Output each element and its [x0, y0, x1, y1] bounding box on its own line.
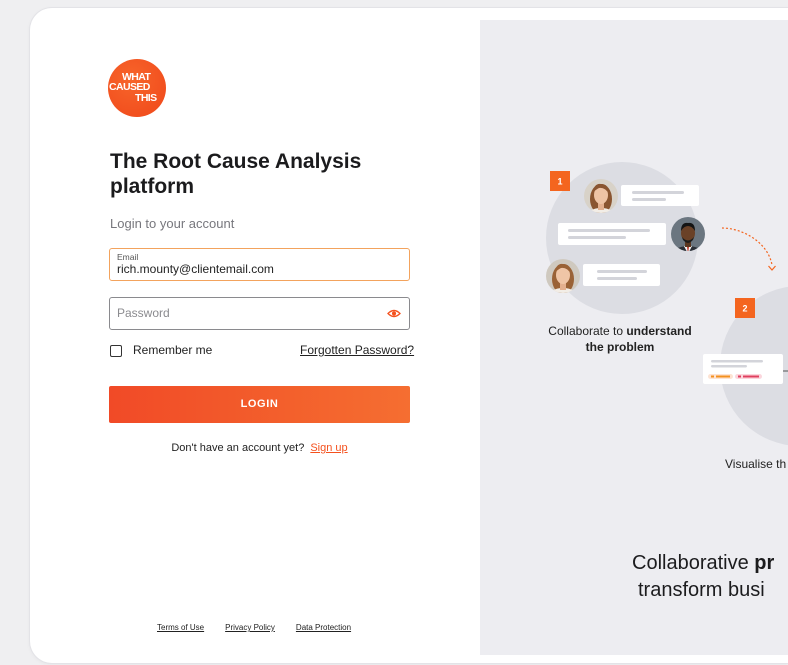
logo: WHAT CAUSED THIS — [108, 59, 166, 117]
step2-badge: 2 — [735, 298, 755, 318]
eye-icon[interactable] — [387, 308, 401, 319]
tagline-line: transform busi — [638, 579, 765, 601]
login-subtitle: Login to your account — [110, 216, 235, 231]
email-field[interactable]: Email rich.mounty@clientemail.com — [109, 248, 410, 281]
login-button[interactable]: LOGIN — [109, 386, 410, 423]
comment-card — [558, 223, 666, 245]
signup-prompt: Don't have an account yet? — [171, 442, 305, 454]
signup-link[interactable]: Sign up — [310, 442, 347, 454]
comment-card — [621, 185, 699, 206]
login-panel: WHAT CAUSED THIS The Root Cause Analysis… — [42, 20, 480, 655]
cause-card — [703, 354, 783, 384]
forgot-password-link[interactable]: Forgotten Password? — [300, 342, 414, 358]
illustration-panel: 1 2 Collaborate to understand the proble… — [480, 20, 788, 655]
password-field[interactable]: Password — [109, 297, 410, 330]
step1-caption-line: Collaborate to understand — [535, 323, 705, 339]
caption-text: Collaborate to — [548, 324, 627, 338]
avatar — [546, 259, 580, 293]
page: WHAT CAUSED THIS The Root Cause Analysis… — [0, 0, 788, 665]
password-placeholder: Password — [117, 306, 170, 320]
step2-caption: Visualise th — [725, 457, 787, 471]
caption-text-bold: understand — [626, 324, 692, 338]
page-title-line: platform — [110, 175, 194, 198]
logo-text: THIS — [135, 92, 157, 104]
email-value: rich.mounty@clientemail.com — [117, 262, 274, 276]
signup-row: Don't have an account yet? Sign up — [109, 440, 410, 456]
page-title-line: The Root Cause Analysis — [110, 150, 362, 173]
page-title: The Root Cause Analysis platform — [110, 149, 361, 199]
terms-link[interactable]: Terms of Use — [157, 622, 204, 634]
logo-text: CAUSED — [109, 81, 150, 93]
step1-badge-number: 1 — [557, 177, 562, 187]
step1-caption-line: the problem — [585, 340, 655, 354]
data-protection-link[interactable]: Data Protection — [296, 622, 351, 634]
arrow-head-icon — [768, 265, 776, 271]
tagline-text: Collaborative — [632, 552, 755, 574]
remember-me-label: Remember me — [133, 343, 213, 357]
step1-badge: 1 — [550, 171, 570, 191]
privacy-link[interactable]: Privacy Policy — [225, 622, 275, 634]
tagline-line: Collaborative pr — [632, 550, 788, 577]
comment-card — [583, 264, 660, 286]
tagline-text-bold: pr — [754, 552, 775, 574]
step2-badge-number: 2 — [742, 304, 747, 314]
dotted-arrow — [721, 227, 773, 266]
remember-me-checkbox[interactable] — [110, 345, 122, 357]
step1-caption: Collaborate to understand the problem — [535, 323, 705, 355]
footer-links: Terms of Use Privacy Policy Data Protect… — [157, 622, 351, 634]
email-label: Email — [117, 252, 139, 262]
